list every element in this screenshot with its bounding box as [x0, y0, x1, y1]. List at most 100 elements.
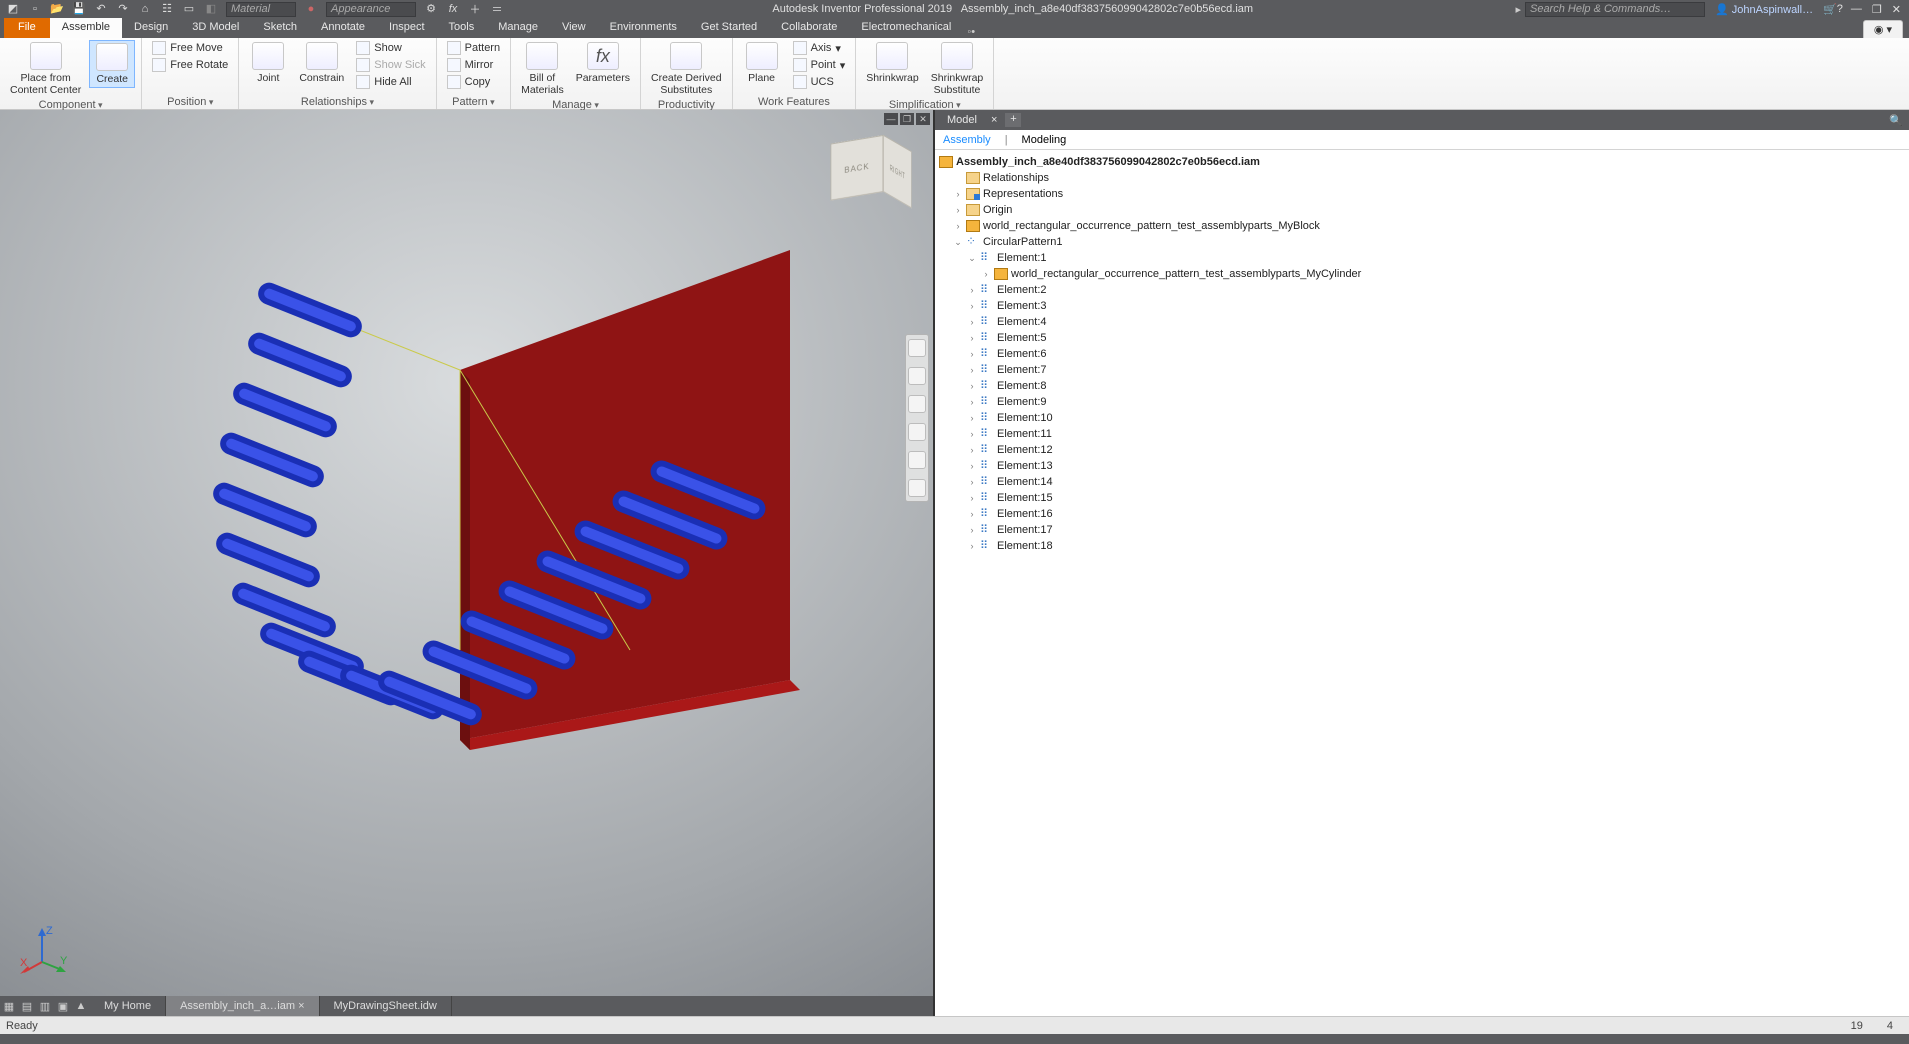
- qat-new-icon[interactable]: ▫: [28, 2, 42, 16]
- tree-root[interactable]: Assembly_inch_a8e40df383756099042802c7e0…: [956, 156, 1260, 168]
- shrinkwrap-button[interactable]: Shrinkwrap: [862, 40, 923, 86]
- tree-element[interactable]: Element:2: [997, 284, 1047, 296]
- app-icon[interactable]: ◩: [6, 2, 20, 16]
- tab-overflow-icon[interactable]: ◦•: [963, 26, 979, 38]
- qat-redo-icon[interactable]: ↷: [116, 2, 130, 16]
- tree-element[interactable]: Element:15: [997, 492, 1053, 504]
- tab-assemble[interactable]: Assemble: [50, 18, 122, 38]
- tree-element[interactable]: Element:17: [997, 524, 1053, 536]
- point-button[interactable]: Point ▾: [789, 57, 850, 73]
- doctab-grid4-icon[interactable]: ▣: [54, 997, 72, 1015]
- tree-representations[interactable]: Representations: [983, 188, 1063, 200]
- expand-icon[interactable]: ›: [967, 333, 977, 343]
- viewcube-front[interactable]: BACK: [830, 135, 883, 201]
- tree-element[interactable]: Element:14: [997, 476, 1053, 488]
- qat-fx-icon[interactable]: fx: [446, 2, 460, 16]
- browser-subtab-assembly[interactable]: Assembly: [943, 134, 991, 146]
- expand-icon[interactable]: ›: [967, 541, 977, 551]
- doctab-active[interactable]: Assembly_inch_a…iam ×: [166, 996, 319, 1016]
- free-rotate-button[interactable]: Free Rotate: [148, 57, 232, 73]
- qat-appearance-dropdown[interactable]: Appearance: [326, 2, 416, 17]
- tree-origin[interactable]: Origin: [983, 204, 1012, 216]
- tab-environments[interactable]: Environments: [598, 18, 689, 38]
- create-component-button[interactable]: Create: [89, 40, 135, 88]
- file-tab[interactable]: File: [4, 18, 50, 38]
- expand-icon[interactable]: ›: [967, 301, 977, 311]
- tree-block-part[interactable]: world_rectangular_occurrence_pattern_tes…: [983, 220, 1320, 232]
- axis-button[interactable]: Axis ▾: [789, 40, 850, 56]
- tab-sketch[interactable]: Sketch: [251, 18, 309, 38]
- tree-element[interactable]: Element:6: [997, 348, 1047, 360]
- tab-tools[interactable]: Tools: [437, 18, 487, 38]
- qat-save-icon[interactable]: 💾: [72, 2, 86, 16]
- browser-tab-model[interactable]: Model: [941, 114, 983, 126]
- expand-icon[interactable]: ›: [967, 397, 977, 407]
- copy-button[interactable]: Copy: [443, 74, 504, 90]
- doctab-drawing[interactable]: MyDrawingSheet.idw: [320, 996, 452, 1016]
- tree-element[interactable]: Element:11: [997, 428, 1052, 440]
- qat-material-dropdown[interactable]: Material: [226, 2, 296, 17]
- shrinkwrap-substitute-button[interactable]: Shrinkwrap Substitute: [927, 40, 988, 98]
- collapse-icon[interactable]: ⌄: [953, 237, 963, 248]
- expand-icon[interactable]: ›: [967, 477, 977, 487]
- doctab-grid1-icon[interactable]: ▦: [0, 997, 18, 1015]
- expand-icon[interactable]: ›: [967, 365, 977, 375]
- qat-undo-icon[interactable]: ↶: [94, 2, 108, 16]
- doctab-home[interactable]: My Home: [90, 996, 166, 1016]
- app-store-icon[interactable]: 🛒: [1823, 3, 1837, 16]
- browser-add-tab-icon[interactable]: +: [1005, 113, 1021, 127]
- restore-window-icon[interactable]: ❐: [1872, 3, 1882, 16]
- minimize-window-icon[interactable]: —: [1851, 3, 1862, 16]
- create-derived-substitutes-button[interactable]: Create Derived Substitutes: [647, 40, 726, 98]
- expand-icon[interactable]: ›: [967, 285, 977, 295]
- tree-element[interactable]: Element:8: [997, 380, 1047, 392]
- browser-subtab-modeling[interactable]: Modeling: [1022, 134, 1067, 146]
- expand-icon[interactable]: ›: [967, 445, 977, 455]
- help-search-input[interactable]: Search Help & Commands…: [1525, 2, 1705, 17]
- show-constraints-button[interactable]: Show: [352, 40, 429, 56]
- constrain-button[interactable]: Constrain: [295, 40, 348, 86]
- tree-element[interactable]: Element:9: [997, 396, 1047, 408]
- expand-icon[interactable]: ›: [967, 349, 977, 359]
- plane-button[interactable]: Plane: [739, 40, 785, 86]
- qat-home-icon[interactable]: ⌂: [138, 2, 152, 16]
- browser-search-icon[interactable]: 🔍: [1889, 114, 1903, 127]
- expand-icon[interactable]: ›: [953, 189, 963, 199]
- qat-material-swatch-icon[interactable]: ◧: [204, 2, 218, 16]
- panel-pattern-title[interactable]: Pattern: [452, 96, 495, 108]
- tree-element[interactable]: Element:10: [997, 412, 1053, 424]
- nav-orbit-icon[interactable]: [908, 451, 926, 469]
- qat-appearance-swatch-icon[interactable]: ●: [304, 2, 318, 16]
- tree-element-1[interactable]: Element:1: [997, 252, 1047, 264]
- free-move-button[interactable]: Free Move: [148, 40, 232, 56]
- nav-home-icon[interactable]: [908, 339, 926, 357]
- show-sick-button[interactable]: Show Sick: [352, 57, 429, 73]
- graphics-viewport[interactable]: — ❐ ✕ TOP RIGHT BACK: [0, 110, 935, 1016]
- tree-element[interactable]: Element:12: [997, 444, 1053, 456]
- bom-button[interactable]: Bill of Materials: [517, 40, 568, 98]
- tree-element[interactable]: Element:3: [997, 300, 1047, 312]
- tree-element[interactable]: Element:13: [997, 460, 1053, 472]
- collapse-icon[interactable]: ⌄: [967, 253, 977, 264]
- close-window-icon[interactable]: ✕: [1892, 3, 1901, 16]
- expand-icon[interactable]: ›: [967, 381, 977, 391]
- tab-collaborate[interactable]: Collaborate: [769, 18, 849, 38]
- expand-icon[interactable]: ›: [953, 205, 963, 215]
- hide-all-button[interactable]: Hide All: [352, 74, 429, 90]
- browser-tab-close-icon[interactable]: ×: [991, 114, 997, 126]
- pattern-button[interactable]: Pattern: [443, 40, 504, 56]
- panel-position-title[interactable]: Position: [167, 96, 213, 108]
- viewcube[interactable]: TOP RIGHT BACK: [845, 143, 898, 209]
- tree-element[interactable]: Element:4: [997, 316, 1047, 328]
- tree-element[interactable]: Element:7: [997, 364, 1047, 376]
- expand-icon[interactable]: ›: [967, 509, 977, 519]
- parameters-button[interactable]: fxParameters: [572, 40, 634, 86]
- doctab-grid2-icon[interactable]: ▤: [18, 997, 36, 1015]
- appearance-override-dropdown[interactable]: ◉ ▾: [1874, 24, 1892, 36]
- user-account[interactable]: 👤 JohnAspinwall…: [1705, 3, 1823, 16]
- tab-electromechanical[interactable]: Electromechanical: [849, 18, 963, 38]
- tree-cylinder-part[interactable]: world_rectangular_occurrence_pattern_tes…: [1011, 268, 1361, 280]
- expand-icon[interactable]: ›: [967, 317, 977, 327]
- nav-zoom-icon[interactable]: [908, 423, 926, 441]
- expand-icon[interactable]: ›: [967, 461, 977, 471]
